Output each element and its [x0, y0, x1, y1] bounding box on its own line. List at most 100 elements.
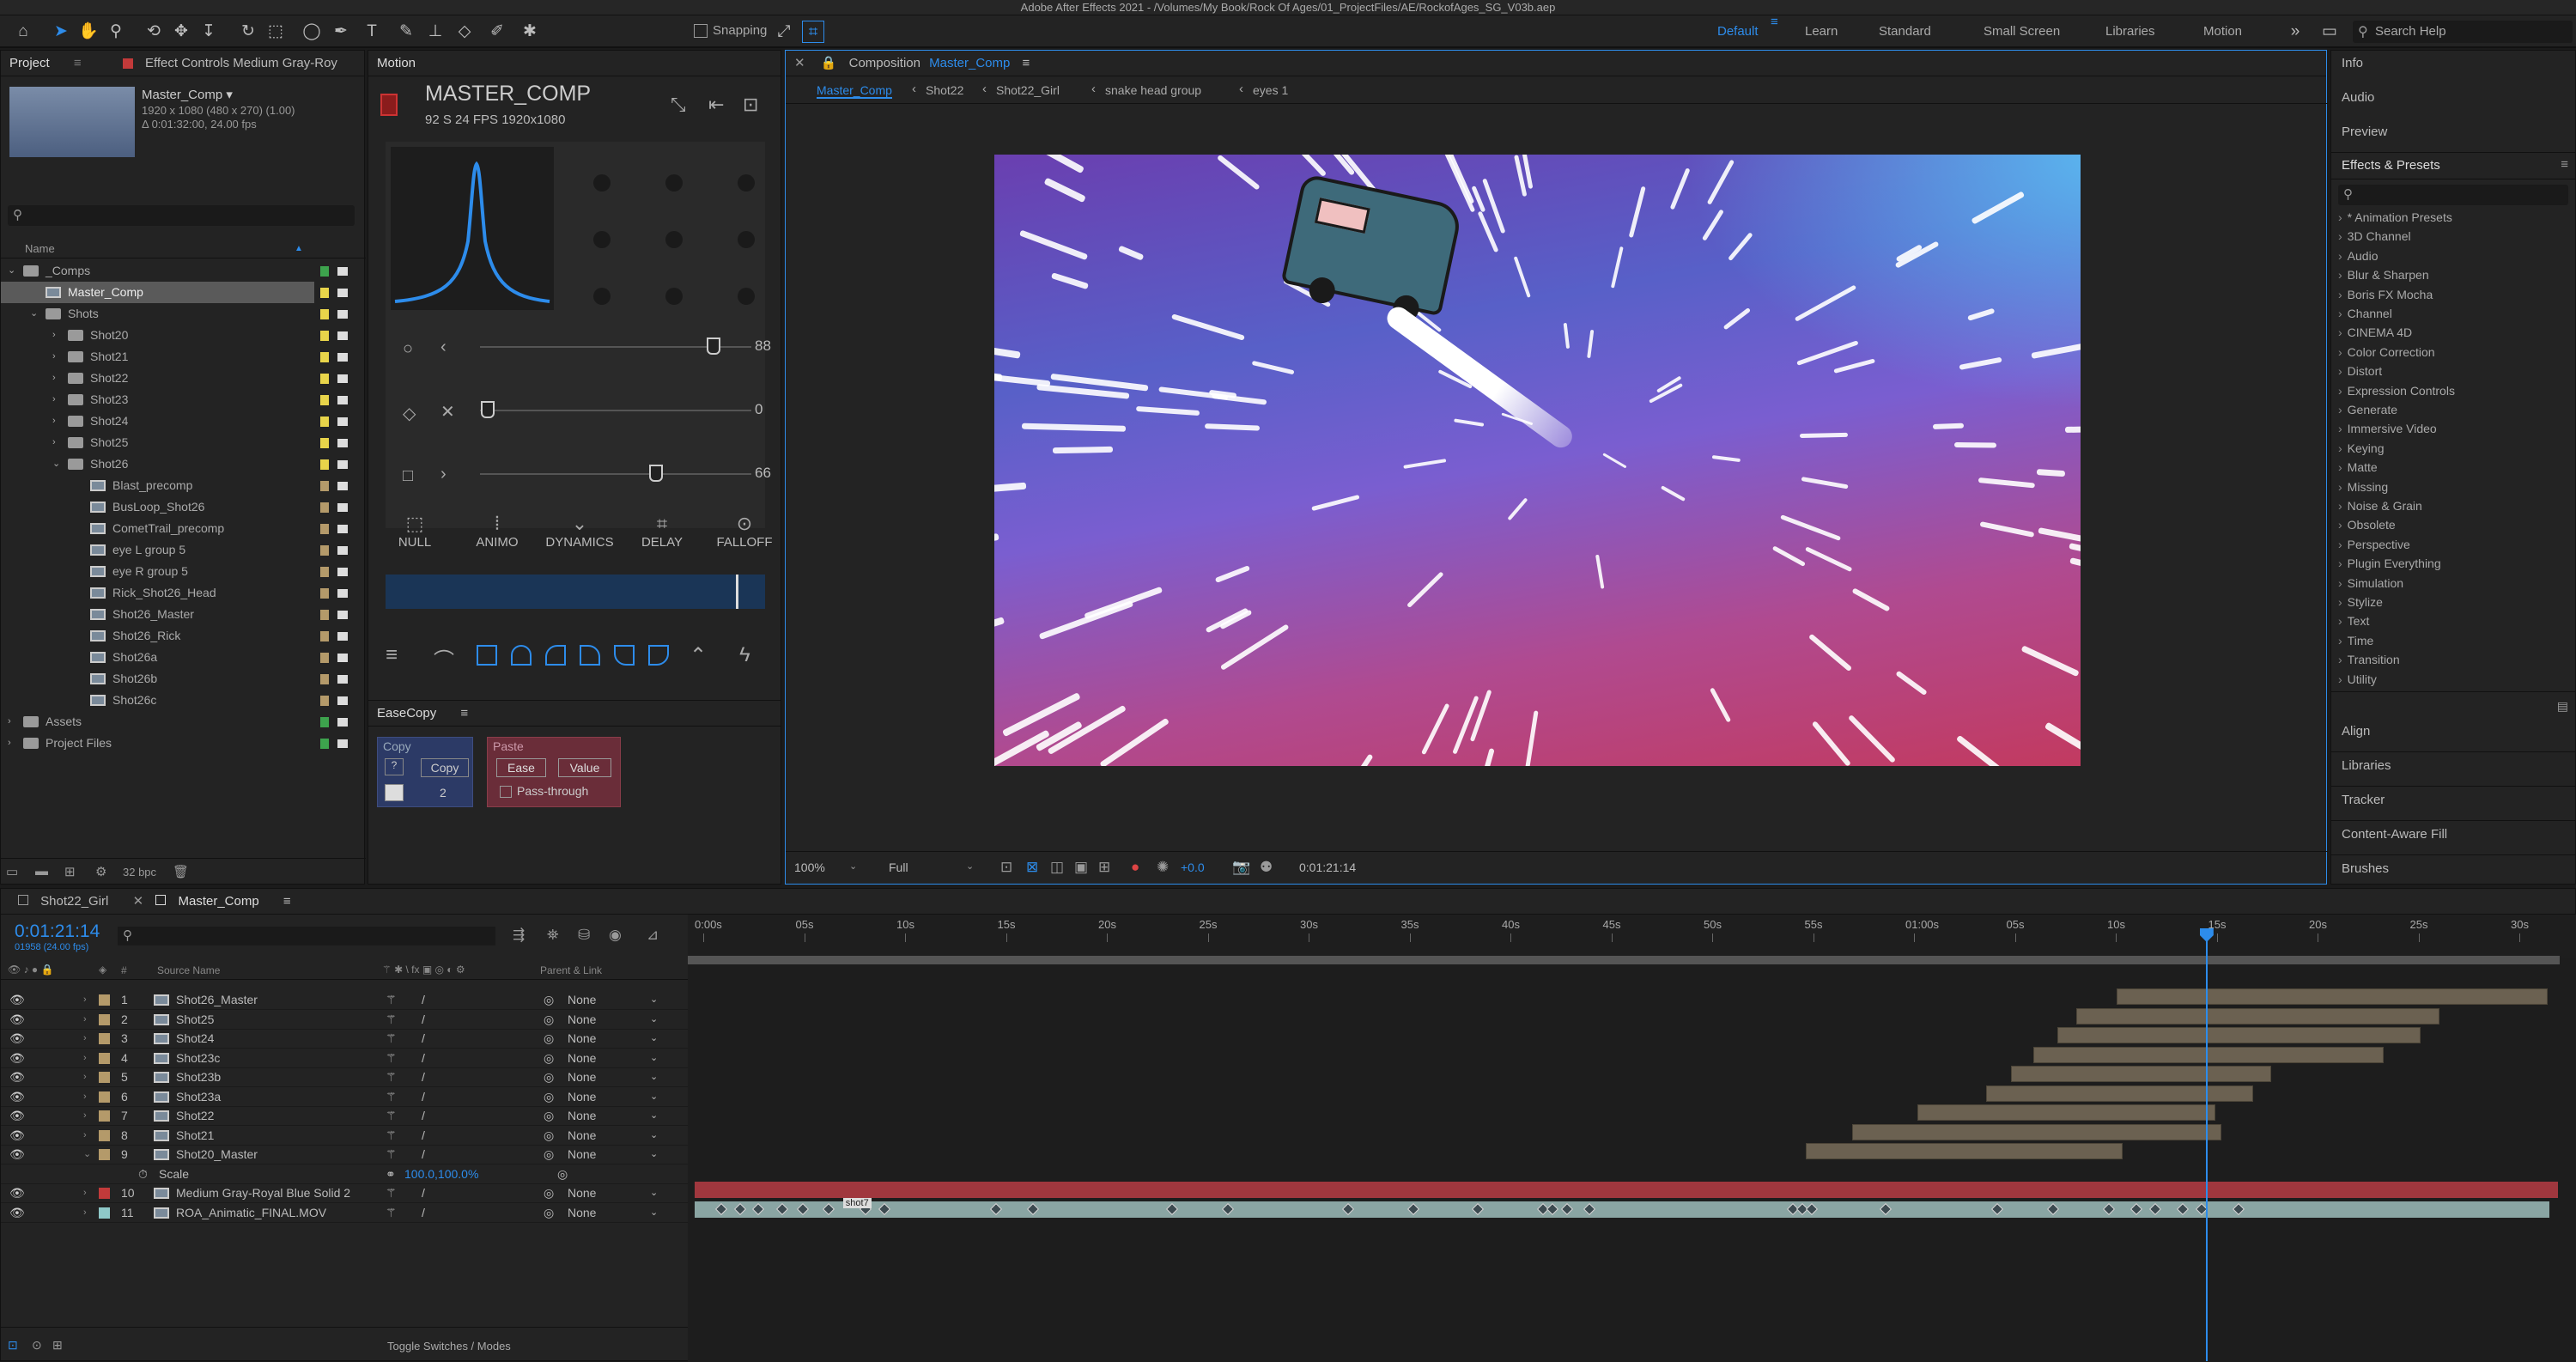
chevron-down-icon[interactable]: ⌄	[650, 1183, 658, 1203]
pick-whip-icon[interactable]: ◎	[544, 1067, 554, 1087]
label-color-swatch[interactable]	[320, 459, 329, 470]
snapshot-icon[interactable]: 📷	[1232, 859, 1250, 876]
project-folder-item[interactable]: ⌄_Comps	[1, 260, 366, 282]
label-color-swatch[interactable]	[99, 1188, 110, 1199]
quality-switch-icon[interactable]: /	[422, 1049, 425, 1068]
exposure-reset-icon[interactable]: ✺	[1157, 859, 1169, 876]
pick-whip-icon[interactable]: ◎	[544, 1126, 554, 1146]
label-color-swatch[interactable]	[320, 417, 329, 427]
effects-category[interactable]: ›Immersive Video	[2338, 422, 2437, 435]
zoom-select[interactable]: 100%	[794, 860, 825, 874]
effects-category[interactable]: ›Obsolete	[2338, 518, 2396, 532]
timeline-layer-row[interactable]: 👁›8Shot21⚚/◎None⌄	[1, 1126, 688, 1146]
label-color-swatch[interactable]	[320, 567, 329, 577]
footage-layer-bar[interactable]	[695, 1201, 2549, 1218]
label-color-swatch[interactable]	[99, 1207, 110, 1219]
ease-slider-track[interactable]	[480, 473, 751, 475]
effects-category[interactable]: ›Channel	[2338, 307, 2392, 320]
tab-master-comp-timeline[interactable]: Master_Comp	[178, 889, 258, 915]
project-search-input[interactable]: ⚲	[8, 205, 355, 226]
region-of-interest-icon[interactable]: ▣	[1074, 859, 1088, 876]
playhead[interactable]	[2206, 932, 2208, 1361]
collapse-switch-icon[interactable]: ⚚	[386, 1145, 397, 1164]
scale-value[interactable]: 100.0,100.0%	[404, 1164, 478, 1184]
quality-switch-icon[interactable]: /	[422, 1145, 425, 1164]
lightning-icon[interactable]: ϟ	[739, 643, 750, 667]
parent-select[interactable]: None	[568, 1029, 596, 1049]
pass-through-checkbox[interactable]	[500, 786, 512, 798]
label-column-icon[interactable]: ◈	[99, 964, 106, 976]
layer-name[interactable]: Shot25	[176, 1010, 214, 1030]
label-color-swatch[interactable]	[320, 309, 329, 319]
layer-duration-bar[interactable]	[2076, 1008, 2439, 1025]
layer-name[interactable]: Shot20_Master	[176, 1145, 258, 1164]
workspace-menu-icon[interactable]: ≡	[1771, 15, 1778, 29]
search-help-field[interactable]: ⚲ Search Help	[2353, 21, 2573, 43]
visibility-eye-icon[interactable]: 👁	[9, 1126, 25, 1146]
quality-switch-icon[interactable]: /	[422, 1087, 425, 1107]
anchor-point-dot[interactable]	[738, 174, 755, 192]
pick-whip-icon[interactable]: ◎	[544, 1145, 554, 1164]
project-folder-item[interactable]: ›Shot20	[1, 325, 366, 346]
project-settings-icon[interactable]: ⚙	[95, 864, 106, 879]
twirl-closed-icon[interactable]: ›	[52, 368, 56, 389]
anchor-point-dot[interactable]	[738, 231, 755, 248]
snapping-checkbox[interactable]	[694, 24, 708, 38]
chevron-down-icon[interactable]: ⌄	[650, 1106, 658, 1126]
effects-category[interactable]: ›Generate	[2338, 403, 2397, 417]
parent-select[interactable]: None	[568, 1010, 596, 1030]
workspace-overflow-icon[interactable]: »	[2284, 21, 2306, 43]
type-tool-icon[interactable]: T	[361, 21, 383, 43]
rotate-tool-icon[interactable]: ↻	[237, 21, 259, 43]
chevron-left-icon[interactable]: ‹	[440, 337, 447, 357]
layer-duration-bar[interactable]	[1917, 1104, 2215, 1121]
effects-category[interactable]: ›Simulation	[2338, 576, 2403, 590]
label-color-swatch[interactable]	[320, 395, 329, 405]
parent-select[interactable]: None	[568, 1203, 596, 1223]
quality-switch-icon[interactable]: /	[422, 990, 425, 1010]
effects-category[interactable]: ›Text	[2338, 614, 2369, 628]
value-paste-button[interactable]: Value	[558, 758, 611, 777]
label-color-swatch[interactable]	[99, 1033, 110, 1044]
label-color-swatch[interactable]	[99, 1014, 110, 1025]
twirl-closed-icon[interactable]: ›	[52, 432, 56, 453]
timeline-layer-row[interactable]: 👁›3Shot24⚚/◎None⌄	[1, 1029, 688, 1049]
anchor-point-dot[interactable]	[665, 231, 683, 248]
exposure-value[interactable]: +0.0	[1181, 860, 1205, 874]
panel-preview[interactable]: Preview	[2342, 125, 2387, 139]
label-color-swatch[interactable]	[320, 739, 329, 749]
twirl-closed-icon[interactable]: ›	[8, 733, 11, 754]
effects-category[interactable]: ›Perspective	[2338, 538, 2410, 551]
chevron-down-icon[interactable]: ⌄	[650, 1010, 658, 1030]
layer-name[interactable]: Shot26_Master	[176, 990, 258, 1010]
home-icon[interactable]: ⌂	[12, 21, 34, 43]
label-color-swatch[interactable]	[99, 1110, 110, 1122]
chevron-right-icon[interactable]: ›	[440, 465, 447, 484]
close-tab-icon[interactable]: ✕	[794, 56, 805, 70]
project-comp-item[interactable]: Blast_precomp	[1, 475, 366, 496]
quality-switch-icon[interactable]: /	[422, 1010, 425, 1030]
timeline-layer-row[interactable]: 👁›6Shot23a⚚/◎None⌄	[1, 1087, 688, 1107]
label-color-swatch[interactable]	[320, 524, 329, 534]
eraser-tool-icon[interactable]: ◇	[453, 21, 476, 43]
label-color-swatch[interactable]	[320, 588, 329, 599]
panel-menu-icon[interactable]: ≡	[460, 706, 468, 721]
parent-select[interactable]: None	[568, 1087, 596, 1107]
timeline-layer-row[interactable]: 👁›7Shot22⚚/◎None⌄	[1, 1106, 688, 1126]
label-color-swatch[interactable]	[320, 653, 329, 663]
new-folder-icon[interactable]: ▬	[35, 864, 48, 879]
project-comp-item[interactable]: Rick_Shot26_Head	[1, 582, 366, 604]
shy-layers-icon[interactable]: ⛁	[578, 927, 590, 944]
label-color-swatch[interactable]	[99, 1091, 110, 1103]
solid-layer-bar[interactable]	[695, 1182, 2558, 1198]
bit-depth-label[interactable]: 32 bpc	[123, 866, 156, 879]
workspace-libraries[interactable]: Libraries	[2105, 24, 2155, 39]
twirl-closed-icon[interactable]: ›	[8, 711, 11, 733]
layer-duration-bar[interactable]	[1806, 1143, 2123, 1159]
timeline-layer-row[interactable]: 👁›11ROA_Animatic_FINAL.MOV⚚/◎None⌄	[1, 1203, 688, 1223]
parent-select[interactable]: None	[568, 1106, 596, 1126]
effects-category[interactable]: ›* Animation Presets	[2338, 210, 2452, 224]
panel-tracker[interactable]: Tracker	[2342, 793, 2573, 807]
layer-duration-bar[interactable]	[2117, 988, 2547, 1005]
collapse-switch-icon[interactable]: ⚚	[386, 990, 397, 1010]
